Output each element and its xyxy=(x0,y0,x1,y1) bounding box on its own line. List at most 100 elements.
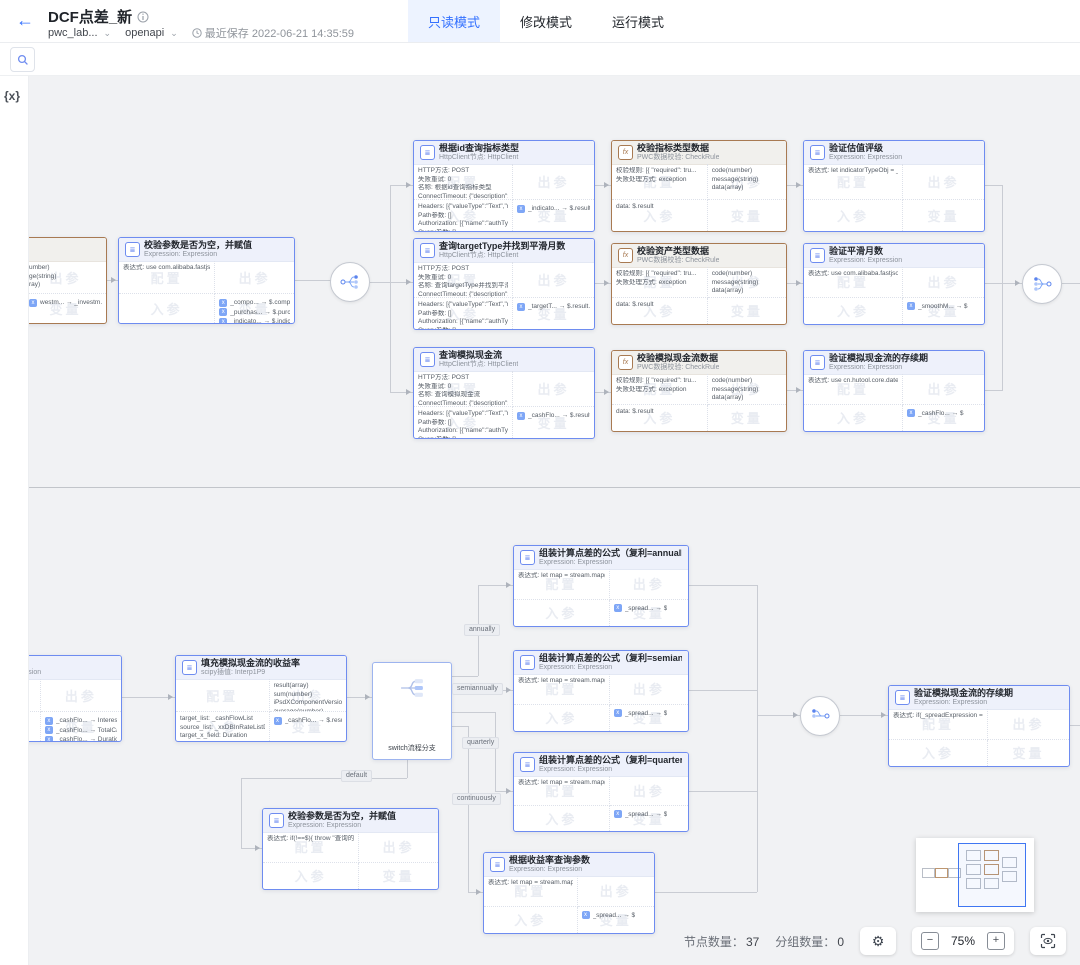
node-query-simulated-cashflow[interactable]: ≣查询模拟现金流HttpClient节点: HttpClient 配置HTTP方… xyxy=(413,347,595,439)
node-check-params-empty-assign-2[interactable]: ≣校验参数是否为空，并赋值Expression: Expression 配置表达… xyxy=(262,808,439,890)
node-verify-valuation-rating[interactable]: ≣验证估值评级Expression: Expression 配置表达式: let… xyxy=(803,140,985,232)
output-line: iPsdXComponentVersion(string) xyxy=(274,699,343,708)
flow-edge xyxy=(390,392,413,393)
info-icon[interactable] xyxy=(137,11,149,23)
variables-toggle[interactable]: {x} xyxy=(4,89,20,103)
join-node[interactable] xyxy=(1022,264,1062,304)
tab-edit-mode[interactable]: 修改模式 xyxy=(500,0,592,42)
group-count: 分组数量：0 xyxy=(775,933,844,950)
zoom-out-button[interactable]: − xyxy=(921,932,939,950)
node-formula-annually[interactable]: ≣组装计算点差的公式（复利=annually）Expression: Expre… xyxy=(513,545,689,627)
output-binding: x_indicato... → $.indicatorT... xyxy=(219,318,290,323)
flow-edge xyxy=(468,726,469,892)
node-verify-cashflow-duration[interactable]: ≣验证模拟现金流的存续期Expression: Expression 配置表达式… xyxy=(803,350,985,432)
input-line: Authorization: [{"name":"authTyp... xyxy=(418,318,508,327)
workspace-select[interactable]: pwc_lab... xyxy=(48,27,98,39)
checkrule-icon: fx xyxy=(618,248,633,263)
minimap-viewport[interactable] xyxy=(958,843,1026,907)
watermark-var: 变量 xyxy=(988,740,1069,766)
node-check-indicator-type-data[interactable]: fx校验指标类型数据PWC数据校验: CheckRule 配置校验规则: [{ … xyxy=(611,140,787,232)
node-title: 组装计算点差的公式（复利=semiannually） xyxy=(539,653,682,663)
node-title: 查询targetType并找到平滑月数 xyxy=(439,241,565,251)
output-binding: x_cashFlo... → Duration xyxy=(45,736,117,741)
input-line: Authorization: [{"name":"authTyp... xyxy=(418,427,508,436)
env-select[interactable]: openapi xyxy=(125,27,164,39)
node-check-params-empty-assign[interactable]: ≣校验参数是否为空，并赋值Expression: Expression 配置表达… xyxy=(118,237,295,324)
output-line: message(string) xyxy=(712,386,782,395)
expression-icon: ≣ xyxy=(520,655,535,670)
config-line: 失败重试: 0 xyxy=(418,274,508,283)
output-binding: x_cashFlo... → $.result xyxy=(274,717,343,725)
output-line: message(string) xyxy=(712,279,782,288)
status-bar: 节点数量：37 分组数量：0 ⚙ − 75% + xyxy=(684,927,1066,955)
node-check-simulated-cashflow-data[interactable]: fx校验模拟现金流数据PWC数据校验: CheckRule 配置校验规则: [{… xyxy=(611,350,787,432)
watermark-var: 变量 xyxy=(708,200,786,231)
node-subtitle: Expression: Expression xyxy=(914,699,1013,707)
node-title: 根据收益率查询参数 xyxy=(509,855,590,865)
flow-designer-app: ← DCF点差_新 pwc_lab...⌄ openapi⌄ 最近保存 2022… xyxy=(0,0,1080,965)
expression-icon: ≣ xyxy=(490,857,505,872)
node-fill-cashflow-yield[interactable]: ≣填充模拟现金流的收益率scipy插值: Interp1P9 配置 出参resu… xyxy=(175,655,347,742)
settings-button[interactable]: ⚙ xyxy=(860,927,896,955)
page-title: DCF点差_新 xyxy=(48,6,132,27)
node-subtitle: Expression: Expression xyxy=(829,154,902,162)
minimap[interactable] xyxy=(916,838,1034,912)
fit-view-button[interactable] xyxy=(1030,927,1066,955)
tab-readonly-mode[interactable]: 只读模式 xyxy=(408,0,500,42)
input-line: data: $.result xyxy=(616,301,703,310)
watermark-out: 出参 xyxy=(903,267,984,297)
input-line: target_x_field: Duration xyxy=(180,732,265,741)
flow-edge xyxy=(983,390,1003,391)
zoom-in-button[interactable]: + xyxy=(987,932,1005,950)
node-subtitle: Expression: Expression xyxy=(539,559,682,567)
node-formula-semiannually[interactable]: ≣组装计算点差的公式（复利=semiannually）Expression: E… xyxy=(513,650,689,732)
variable-icon: x xyxy=(614,810,622,818)
join-node-2[interactable] xyxy=(800,696,840,736)
tab-run-mode[interactable]: 运行模式 xyxy=(592,0,684,42)
node-subtitle: PWC数据校验: CheckRule xyxy=(637,364,719,372)
switch-node[interactable]: switch流程分支 xyxy=(372,662,452,760)
flow-edge xyxy=(390,185,391,282)
input-line: Headers: [{"valueType":"Text","n... xyxy=(418,410,508,419)
node-query-params-by-yield[interactable]: ≣根据收益率查询参数Expression: Expression 配置表达式: … xyxy=(483,852,655,934)
node-verify-cashflow-duration-2[interactable]: ≣验证模拟现金流的存续期Expression: Expression 配置表达式… xyxy=(888,685,1070,767)
node-query-indicator-type-by-id[interactable]: ≣根据id查询指标类型HttpClient节点: HttpClient 配置HT… xyxy=(413,140,595,232)
config-line: 失败处理方式: exception xyxy=(616,386,703,395)
variable-icon: x xyxy=(582,911,590,919)
flow-edge xyxy=(495,712,496,791)
node-subtitle: scipy插值: Interp1P9 xyxy=(201,669,300,677)
node-title: 校验资产类型数据 xyxy=(637,246,719,256)
switch-branch-icon xyxy=(397,673,427,703)
node-formula-quarterly[interactable]: ≣组装计算点差的公式（复利=quarterly）Expression: Expr… xyxy=(513,752,689,832)
watermark-var: 变量 xyxy=(708,298,786,324)
flow-edge xyxy=(1062,283,1080,284)
output-binding: x_cashFlo... → TotalCashf... xyxy=(45,726,117,734)
node-subtitle: Expression: Expression xyxy=(288,822,396,830)
config-line: HTTP方法: POST xyxy=(418,374,508,383)
config-line: 表达式: let map = stream.map()... xyxy=(488,879,573,888)
config-line: 名称: 根据id查询指标类型 xyxy=(418,184,508,193)
chevron-down-icon: ⌄ xyxy=(104,28,112,39)
search-button[interactable] xyxy=(10,47,35,72)
flow-edge xyxy=(593,185,611,186)
back-button[interactable]: ← xyxy=(16,9,34,31)
flow-edge xyxy=(1002,185,1003,390)
config-line: 失败重试: 0 xyxy=(418,176,508,185)
fork-node[interactable] xyxy=(330,262,370,302)
output-binding: x_cashFlo... → $.result.dat... xyxy=(517,412,590,420)
config-line: ConnectTimeout: {"description":"... xyxy=(418,193,508,201)
node-verify-smooth-months[interactable]: ≣验证平滑月数Expression: Expression 配置表达式: use… xyxy=(803,243,985,325)
watermark-var: 变量 xyxy=(708,405,786,431)
expression-icon: ≣ xyxy=(810,248,825,263)
node-title: 校验参数是否为空，并赋值 xyxy=(144,240,252,250)
branch-label-annually: annually xyxy=(464,624,500,636)
last-saved: 最近保存 2022-06-21 14:35:59 xyxy=(192,25,354,41)
config-line: 表达式: let map = stream.map()... xyxy=(518,572,605,581)
input-line: Query参数: [] xyxy=(418,327,508,329)
output-binding: x_compo... → $.compoun... xyxy=(219,299,290,307)
fork-icon xyxy=(339,271,361,293)
node-check-asset-type-data[interactable]: fx校验资产类型数据PWC数据校验: CheckRule 配置校验规则: [{ … xyxy=(611,243,787,325)
node-query-targettype-smooth-months[interactable]: ≣查询targetType并找到平滑月数HttpClient节点: HttpCl… xyxy=(413,238,595,330)
minimap-node xyxy=(922,868,935,878)
output-binding: x_purchas... → $.purchase... xyxy=(219,308,290,316)
